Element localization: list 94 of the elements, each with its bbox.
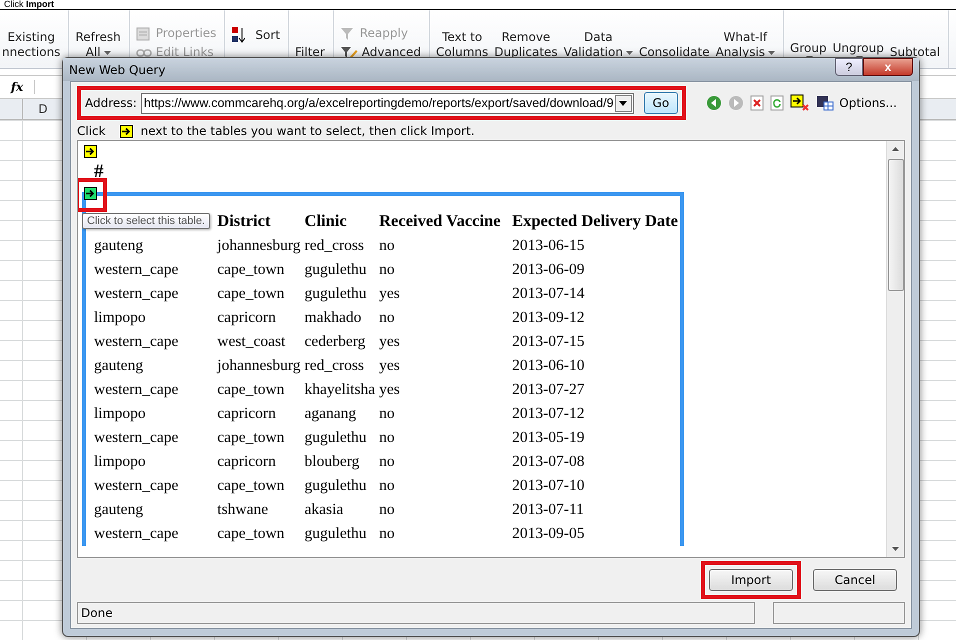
import-button[interactable]: Import: [709, 569, 793, 591]
table-cell-text: western_cape: [93, 332, 180, 352]
column-heading: Received Vaccine: [378, 210, 502, 232]
table-cell-text: western_cape: [93, 524, 180, 544]
table-cell-text: yes: [378, 284, 401, 304]
table-cell-text: limpopo: [93, 452, 147, 472]
table-cell-text: cape_town: [216, 284, 286, 304]
table-cell-text: capricorn: [216, 452, 277, 472]
table-cell-text: gugulethu: [304, 524, 368, 544]
table-cell-text: no: [378, 452, 396, 472]
ribbon-button[interactable]: Filter: [295, 45, 325, 60]
go-button[interactable]: Go: [644, 92, 678, 114]
table-cell-text: 2013-05-19: [511, 428, 586, 448]
table-cell-text: makhado: [304, 308, 362, 328]
table-cell-text: no: [378, 428, 396, 448]
table-cell-text: 2013-07-15: [511, 332, 586, 352]
table-cell-text: gugulethu: [304, 260, 368, 280]
table-cell-text: no: [378, 476, 396, 496]
table-cell-text: johannesburg: [216, 236, 302, 256]
column-heading: District: [216, 210, 272, 232]
tooltip: Click to select this table.: [82, 213, 210, 229]
status-text: Done: [77, 602, 755, 624]
table-cell-text: western_cape: [93, 284, 180, 304]
table-cell-text: 2013-06-09: [511, 260, 586, 280]
table-cell-text: gugulethu: [304, 476, 368, 496]
table-cell-text: cape_town: [216, 476, 286, 496]
table-cell-text: capricorn: [216, 404, 277, 424]
ribbon-button[interactable]: Data Validation: [564, 30, 633, 60]
table-cell-text: western_cape: [93, 380, 180, 400]
ribbon-button[interactable]: Advanced: [340, 45, 422, 60]
ribbon-button[interactable]: Consolidate: [638, 45, 710, 60]
table-cell-text: gugulethu: [304, 428, 368, 448]
table-cell-text: yes: [378, 356, 401, 376]
table-cell-text: cederberg: [304, 332, 366, 352]
sort-button[interactable]: Sort: [231, 26, 280, 44]
table-cell-text: gugulethu: [304, 284, 368, 304]
column-heading: Expected Delivery Date: [511, 210, 679, 232]
table-cell-text: 2013-07-08: [511, 452, 586, 472]
options-button[interactable]: Options...: [816, 95, 897, 111]
page-heading: #: [94, 161, 104, 183]
hint-text: next to the tables you want to select, then click Import.: [140, 124, 475, 138]
table-cell-text: no: [378, 236, 396, 256]
ribbon-button[interactable]: Remove Duplicates: [494, 30, 558, 60]
table-cell-text: cape_town: [216, 524, 286, 544]
table-cell-text: tshwane: [216, 500, 270, 520]
table-cell-text: no: [378, 308, 396, 328]
table-cell-text: capricorn: [216, 308, 277, 328]
table-cell-text: no: [378, 500, 396, 520]
column-heading: Clinic: [304, 210, 348, 232]
table-cell-text: western_cape: [93, 428, 180, 448]
table-cell-text: cape_town: [216, 260, 286, 280]
table-cell-text: 2013-06-10: [511, 356, 586, 376]
table-cell-text: 2013-07-27: [511, 380, 586, 400]
table-cell-text: cape_town: [216, 428, 286, 448]
address-field[interactable]: https://www.commcarehq.org/a/excelreportingdemo/reports/export/saved/download/9: [140, 92, 634, 114]
table-cell-text: 2013-06-15: [511, 236, 586, 256]
table-cell-text: 2013-07-14: [511, 284, 586, 304]
ribbon-button[interactable]: What-If Analysis: [716, 30, 776, 60]
table-cell-text: western_cape: [93, 260, 180, 280]
table-cell-text: 2013-09-05: [511, 524, 586, 544]
address-label: Address:: [85, 96, 137, 110]
table-cell-text: cape_town: [216, 380, 286, 400]
cancel-button[interactable]: Cancel: [813, 569, 897, 591]
table-cell-text: 2013-07-11: [511, 500, 585, 520]
table-cell-text: gauteng: [93, 236, 144, 256]
hint-text: Click: [77, 124, 106, 138]
ribbon-button[interactable]: Existing nnections: [2, 30, 60, 60]
table-cell-text: 2013-07-10: [511, 476, 586, 496]
help-button[interactable]: ?: [835, 58, 863, 76]
table-cell-text: gauteng: [93, 356, 144, 376]
table-cell-text: yes: [378, 380, 401, 400]
table-cell-text: red_cross: [304, 236, 365, 256]
table-cell-text: limpopo: [93, 308, 147, 328]
table-cell-text: akasia: [304, 500, 344, 520]
table-cell-text: no: [378, 524, 396, 544]
table-cell-text: limpopo: [93, 404, 147, 424]
table-cell-text: johannesburg: [216, 356, 302, 376]
table-cell-text: red_cross: [304, 356, 365, 376]
window-title: New Web Query: [69, 62, 166, 76]
ribbon-button[interactable]: Text to Columns: [436, 30, 488, 60]
table-cell-text: 2013-09-12: [511, 308, 586, 328]
table-cell-text: yes: [378, 332, 401, 352]
ribbon-button[interactable]: Subtotal: [890, 45, 940, 60]
table-cell-text: aganang: [304, 404, 358, 424]
table-cell-text: khayelitsha: [304, 380, 376, 400]
table-cell-text: blouberg: [304, 452, 360, 472]
ribbon-button[interactable]: Refresh All: [75, 30, 121, 60]
table-cell-text: western_cape: [93, 476, 180, 496]
table-cell-text: west_coast: [216, 332, 286, 352]
table-cell-text: gauteng: [93, 500, 144, 520]
table-cell-text: no: [378, 260, 396, 280]
close-button[interactable]: x: [863, 58, 913, 76]
table-cell-text: 2013-07-12: [511, 404, 586, 424]
table-cell-text: no: [378, 404, 396, 424]
